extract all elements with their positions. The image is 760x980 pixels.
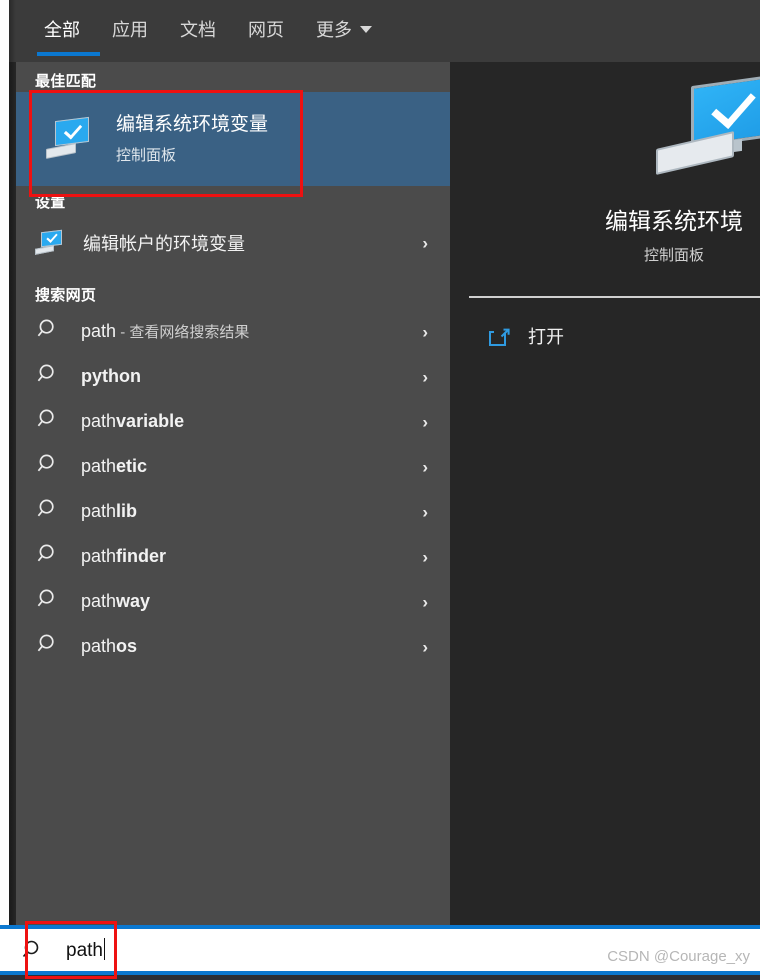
best-match-subtitle: 控制面板 xyxy=(116,146,177,164)
chevron-right-icon[interactable]: › xyxy=(422,593,428,610)
web-suggestion-text: pathvariable xyxy=(81,411,184,432)
tab-label: 应用 xyxy=(112,20,148,40)
chevron-right-icon[interactable]: › xyxy=(422,234,428,251)
web-suggestion-text: path - 查看网络搜索结果 xyxy=(81,321,249,342)
page-left-gutter xyxy=(0,0,9,925)
windows-search-flyout: 全部 应用 文档 网页 更多 最佳匹配 编辑系统环境变量 控制面板 设置 编辑帐户的环境… xyxy=(0,0,760,980)
open-external-icon xyxy=(489,327,510,346)
suggestion-prefix: path xyxy=(81,456,117,476)
search-icon xyxy=(22,940,39,958)
web-suggestion-row[interactable]: pathos › xyxy=(16,624,450,669)
chevron-right-icon[interactable]: › xyxy=(422,458,428,475)
tab-4[interactable]: 网页 xyxy=(232,14,300,44)
web-suggestion-row[interactable]: pathfinder › xyxy=(16,534,450,579)
tab-1[interactable]: 全部 xyxy=(28,14,96,44)
best-match-result-row[interactable]: 编辑系统环境变量 控制面板 xyxy=(16,92,450,186)
web-suggestion-text: pathlib xyxy=(81,501,137,522)
watermark: CSDN @Courage_xy xyxy=(607,948,750,965)
tab-2[interactable]: 应用 xyxy=(96,14,164,44)
tab-label: 文档 xyxy=(180,20,216,40)
web-suggestion-text: pathetic xyxy=(81,456,147,477)
tab-label: 网页 xyxy=(248,20,284,40)
suggestion-completion: etic xyxy=(116,456,148,476)
search-flyout-body: 全部 应用 文档 网页 更多 最佳匹配 编辑系统环境变量 控制面板 设置 编辑帐户的环境… xyxy=(9,0,760,925)
open-action-button[interactable]: 打开 xyxy=(465,312,760,360)
web-suggestion-text: pathway xyxy=(81,591,150,612)
settings-result-row[interactable]: 编辑帐户的环境变量 › xyxy=(16,220,450,265)
chevron-right-icon[interactable]: › xyxy=(422,323,428,340)
chevron-right-icon[interactable]: › xyxy=(422,413,428,430)
chevron-right-icon[interactable]: › xyxy=(422,638,428,655)
preview-app-subtitle: 控制面板 xyxy=(643,247,704,264)
monitor-check-icon xyxy=(46,116,92,159)
search-filter-tabbar: 全部 应用 文档 网页 更多 xyxy=(9,0,760,62)
tab-label: 全部 xyxy=(44,20,80,40)
group-header-settings: 设置 xyxy=(35,194,66,211)
settings-results-group: 编辑帐户的环境变量 › xyxy=(16,220,450,265)
web-suggestion-row[interactable]: pathway › xyxy=(16,579,450,624)
suggestion-prefix: path xyxy=(81,501,117,521)
suggestion-completion: python xyxy=(81,366,141,386)
search-icon xyxy=(37,408,59,435)
suggestion-prefix: path xyxy=(81,546,117,566)
search-icon xyxy=(37,453,59,480)
web-suggestion-text: pathfinder xyxy=(81,546,166,567)
suggestion-completion: finder xyxy=(116,546,167,566)
preview-divider xyxy=(469,296,760,298)
search-input-value[interactable]: path xyxy=(66,938,106,962)
web-search-results-group: path - 查看网络搜索结果 › python › pathvariable › path… xyxy=(16,309,450,669)
search-icon xyxy=(37,588,59,615)
text-caret xyxy=(103,938,106,960)
chevron-right-icon[interactable]: › xyxy=(422,548,428,565)
tab-label: 更多 xyxy=(316,20,352,40)
suggestion-completion: way xyxy=(116,591,151,611)
preview-app-title: 编辑系统环境 xyxy=(605,208,743,234)
suggestion-prefix: path xyxy=(81,411,117,431)
search-icon xyxy=(37,543,59,570)
result-preview-pane: 编辑系统环境 控制面板 打开 xyxy=(465,72,760,925)
web-suggestion-row[interactable]: pathlib › xyxy=(16,489,450,534)
group-header-web-search: 搜索网页 xyxy=(35,287,97,304)
suggestion-completion: lib xyxy=(116,501,138,521)
search-icon xyxy=(37,498,59,525)
results-list-pane[interactable]: 最佳匹配 编辑系统环境变量 控制面板 设置 编辑帐户的环境变量 › 搜索网页 pa… xyxy=(16,62,450,925)
web-suggestion-row[interactable]: pathvariable › xyxy=(16,399,450,444)
web-suggestion-row[interactable]: python › xyxy=(16,354,450,399)
suggestion-completion: variable xyxy=(116,411,185,431)
search-input-text: path xyxy=(66,940,103,961)
suggestion-prefix: path xyxy=(81,321,117,341)
web-suggestion-row[interactable]: pathetic › xyxy=(16,444,450,489)
chevron-down-icon xyxy=(360,25,372,33)
group-header-best-match: 最佳匹配 xyxy=(35,73,97,90)
monitor-check-icon xyxy=(35,229,63,255)
suggestion-hint: - 查看网络搜索结果 xyxy=(116,324,250,341)
tab-list: 全部 应用 文档 网页 更多 xyxy=(28,14,388,44)
settings-result-label: 编辑帐户的环境变量 xyxy=(83,233,245,254)
tab-3[interactable]: 文档 xyxy=(164,14,232,44)
web-suggestion-text: pathos xyxy=(81,636,137,657)
suggestion-completion: os xyxy=(116,636,138,656)
web-suggestion-text: python xyxy=(81,366,141,387)
chevron-right-icon[interactable]: › xyxy=(422,503,428,520)
web-suggestion-row[interactable]: path - 查看网络搜索结果 › xyxy=(16,309,450,354)
search-icon xyxy=(37,633,59,660)
best-match-title: 编辑系统环境变量 xyxy=(116,114,269,136)
open-action-label: 打开 xyxy=(528,327,564,347)
search-icon xyxy=(37,363,59,390)
active-tab-indicator xyxy=(37,52,100,56)
taskbar-strip xyxy=(0,975,760,980)
preview-hero: 编辑系统环境 控制面板 xyxy=(465,72,760,296)
tab-5[interactable]: 更多 xyxy=(300,14,388,44)
search-icon xyxy=(37,318,59,345)
monitor-check-icon-large xyxy=(656,73,760,180)
suggestion-prefix: path xyxy=(81,636,117,656)
chevron-right-icon[interactable]: › xyxy=(422,368,428,385)
suggestion-prefix: path xyxy=(81,591,117,611)
